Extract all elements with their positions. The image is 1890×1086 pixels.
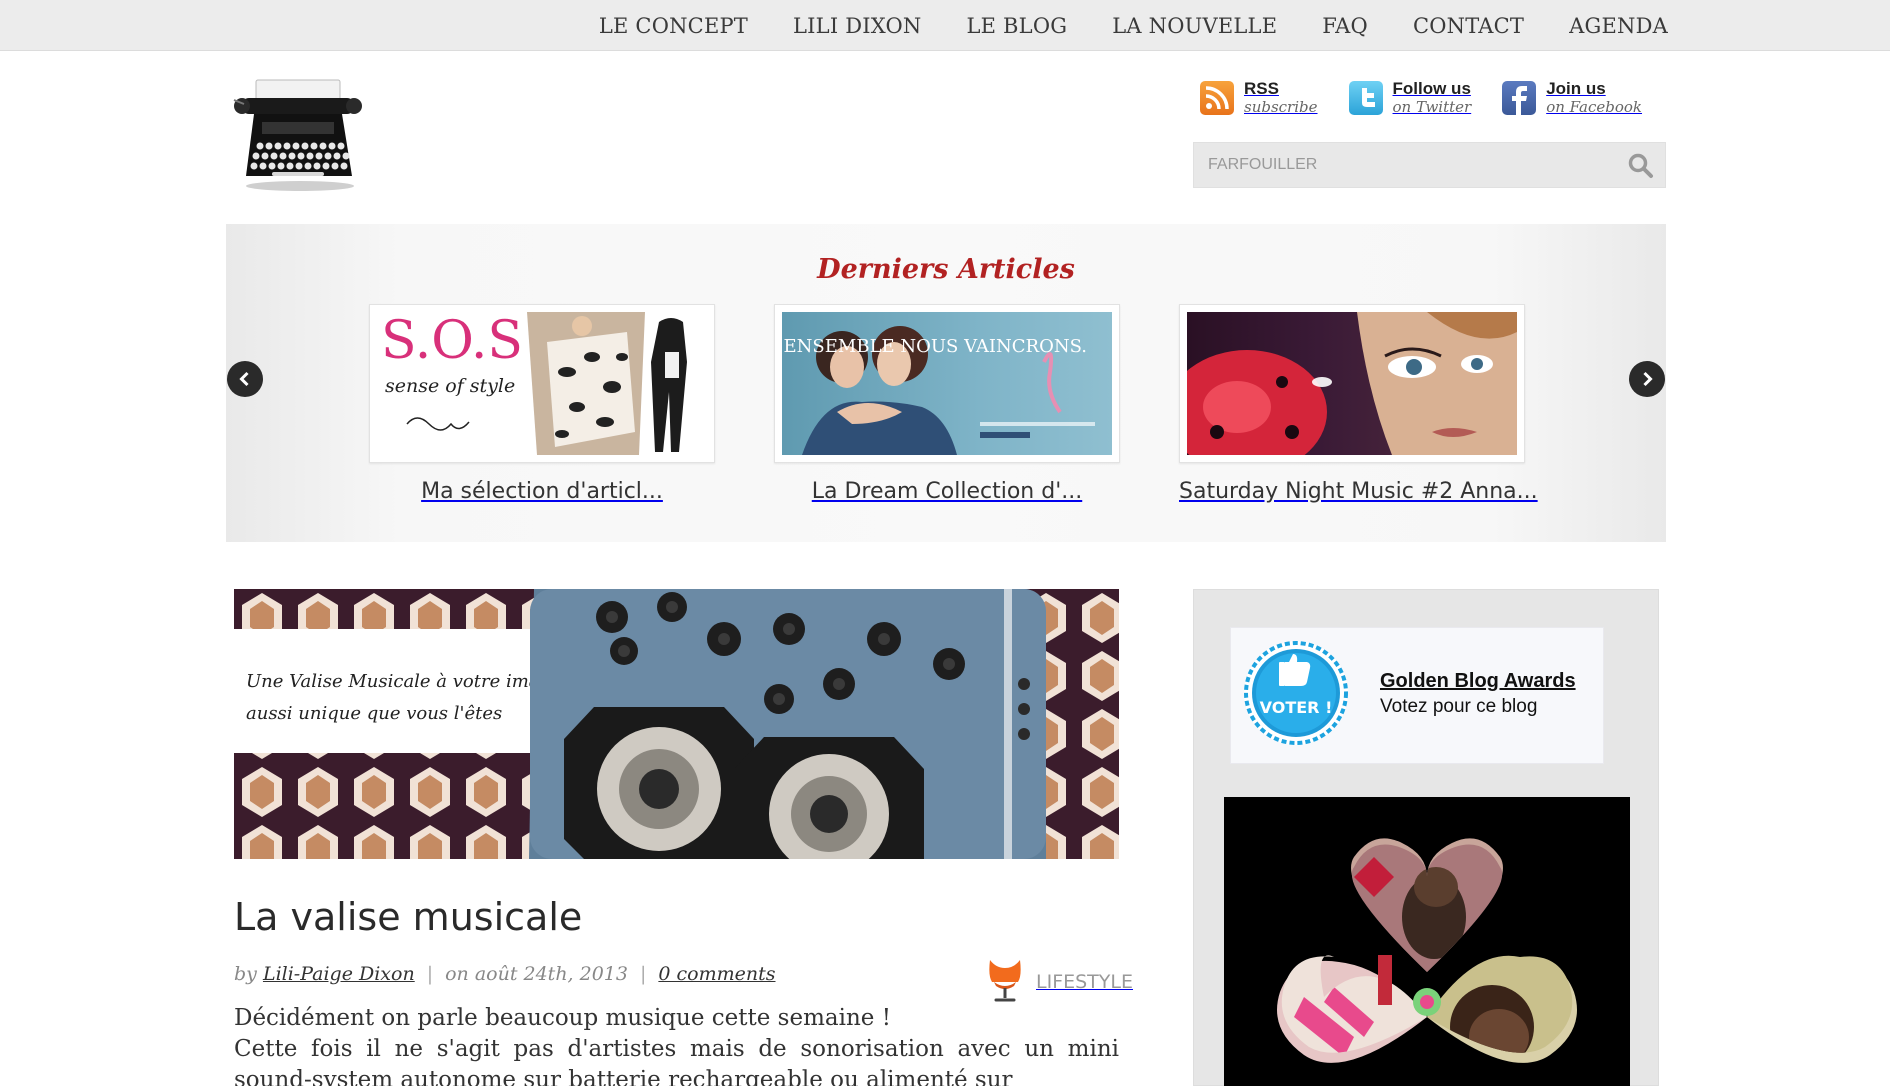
post-comments-link[interactable]: 0 comments bbox=[658, 963, 775, 985]
post-featured-image[interactable]: Une Valise Musicale à votre image, aussi… bbox=[234, 589, 1119, 859]
voter-badge-text: VOTER ! bbox=[1260, 698, 1333, 717]
golden-blog-awards-link[interactable]: Golden Blog Awards bbox=[1380, 670, 1576, 693]
search-input[interactable] bbox=[1194, 143, 1614, 187]
post-meta: by Lili-Paige Dixon | on août 24th, 2013… bbox=[234, 963, 776, 985]
slide-image-ensemble: ENSEMBLE NOUS VAINCRONS. bbox=[782, 312, 1112, 455]
slide-image-headline: ENSEMBLE NOUS VAINCRONS. bbox=[784, 336, 1087, 357]
twitter-sub: on Twitter bbox=[1392, 98, 1472, 116]
post-excerpt-line: Décidément on parle beaucoup musique cet… bbox=[234, 1005, 891, 1031]
golden-blog-awards-subtitle: Votez pour ce blog bbox=[1380, 696, 1538, 717]
post-excerpt-line: Cette fois il ne s'agit pas d'artistes m… bbox=[234, 1036, 1119, 1086]
facebook-icon bbox=[1502, 80, 1537, 115]
carousel-next-button[interactable] bbox=[1629, 361, 1665, 397]
slide-image-sos: S.O.S sense of style bbox=[377, 312, 707, 455]
facebook-link[interactable]: Join us on Facebook bbox=[1502, 80, 1642, 115]
meta-separator: | bbox=[426, 963, 434, 985]
social-links: RSS subscribe Follow us on Twitter Join … bbox=[1200, 80, 1642, 115]
twitter-title: Follow us bbox=[1392, 79, 1471, 98]
post-category-label: LIFESTYLE bbox=[1036, 970, 1133, 993]
post-author-link[interactable]: Lili-Paige Dixon bbox=[263, 963, 415, 985]
slide-image-subtitle: sense of style bbox=[385, 375, 515, 397]
rss-link[interactable]: RSS subscribe bbox=[1200, 80, 1318, 115]
twitter-icon bbox=[1348, 80, 1383, 115]
post-title[interactable]: La valise musicale bbox=[234, 895, 582, 939]
rss-sub: subscribe bbox=[1244, 98, 1318, 116]
search-icon[interactable] bbox=[1627, 152, 1655, 180]
voter-badge-button[interactable]: VOTER ! bbox=[1243, 640, 1349, 746]
post-excerpt: Décidément on parle beaucoup musique cet… bbox=[234, 1003, 1119, 1086]
nav-item-la-nouvelle[interactable]: LA NOUVELLE bbox=[1112, 14, 1277, 38]
carousel-slide[interactable]: S.O.S sense of style Ma sélection d'arti… bbox=[369, 304, 715, 504]
featured-tagline-1: Une Valise Musicale à votre image, bbox=[246, 671, 567, 692]
slide-caption: Ma sélection d'articl... bbox=[421, 479, 663, 504]
post-by-label: by bbox=[234, 963, 257, 985]
post-date: on août 24th, 2013 bbox=[445, 963, 628, 985]
slide-caption: La Dream Collection d'... bbox=[811, 479, 1083, 504]
nav-item-agenda[interactable]: AGENDA bbox=[1569, 14, 1668, 38]
carousel-prev-button[interactable] bbox=[227, 361, 263, 397]
meta-separator: | bbox=[639, 963, 647, 985]
nav-item-contact[interactable]: CONTACT bbox=[1413, 14, 1524, 38]
latest-articles-carousel: Derniers Articles S.O.S sense of style M… bbox=[226, 224, 1666, 542]
nav-item-le-concept[interactable]: LE CONCEPT bbox=[599, 14, 748, 38]
sidebar-clover-photo[interactable] bbox=[1224, 797, 1630, 1086]
chevron-right-icon bbox=[1643, 371, 1653, 387]
top-navigation: LE CONCEPT LILI DIXON LE BLOG LA NOUVELL… bbox=[0, 0, 1890, 51]
carousel-title: Derniers Articles bbox=[817, 254, 1075, 285]
post-category-link[interactable]: LIFESTYLE bbox=[984, 956, 1133, 1007]
slide-caption: Saturday Night Music #2 Anna... bbox=[1179, 479, 1538, 504]
chair-icon bbox=[984, 956, 1026, 1007]
slide-image-title: S.O.S bbox=[381, 312, 523, 371]
facebook-title: Join us bbox=[1546, 79, 1606, 98]
nav-item-le-blog[interactable]: LE BLOG bbox=[967, 14, 1068, 38]
twitter-link[interactable]: Follow us on Twitter bbox=[1348, 79, 1472, 116]
rss-icon bbox=[1200, 80, 1234, 115]
facebook-sub: on Facebook bbox=[1546, 98, 1643, 116]
site-logo-typewriter[interactable] bbox=[232, 70, 364, 192]
carousel-slide[interactable]: ENSEMBLE NOUS VAINCRONS. La Dream Collec… bbox=[774, 304, 1120, 504]
nav-list: LE CONCEPT LILI DIXON LE BLOG LA NOUVELL… bbox=[599, 0, 1668, 51]
nav-item-faq[interactable]: FAQ bbox=[1322, 14, 1368, 38]
golden-blog-awards-widget: VOTER ! Golden Blog Awards Votez pour ce… bbox=[1230, 627, 1604, 764]
chevron-left-icon bbox=[239, 371, 249, 387]
slide-image-saturday-night bbox=[1187, 312, 1517, 455]
sidebar: VOTER ! Golden Blog Awards Votez pour ce… bbox=[1193, 589, 1659, 1086]
search-box bbox=[1193, 142, 1666, 188]
featured-tagline-2: aussi unique que vous l'êtes bbox=[246, 703, 502, 724]
rss-title: RSS bbox=[1244, 79, 1279, 98]
carousel-slide[interactable]: Saturday Night Music #2 Anna... bbox=[1179, 304, 1538, 504]
nav-item-lili-dixon[interactable]: LILI DIXON bbox=[793, 14, 921, 38]
